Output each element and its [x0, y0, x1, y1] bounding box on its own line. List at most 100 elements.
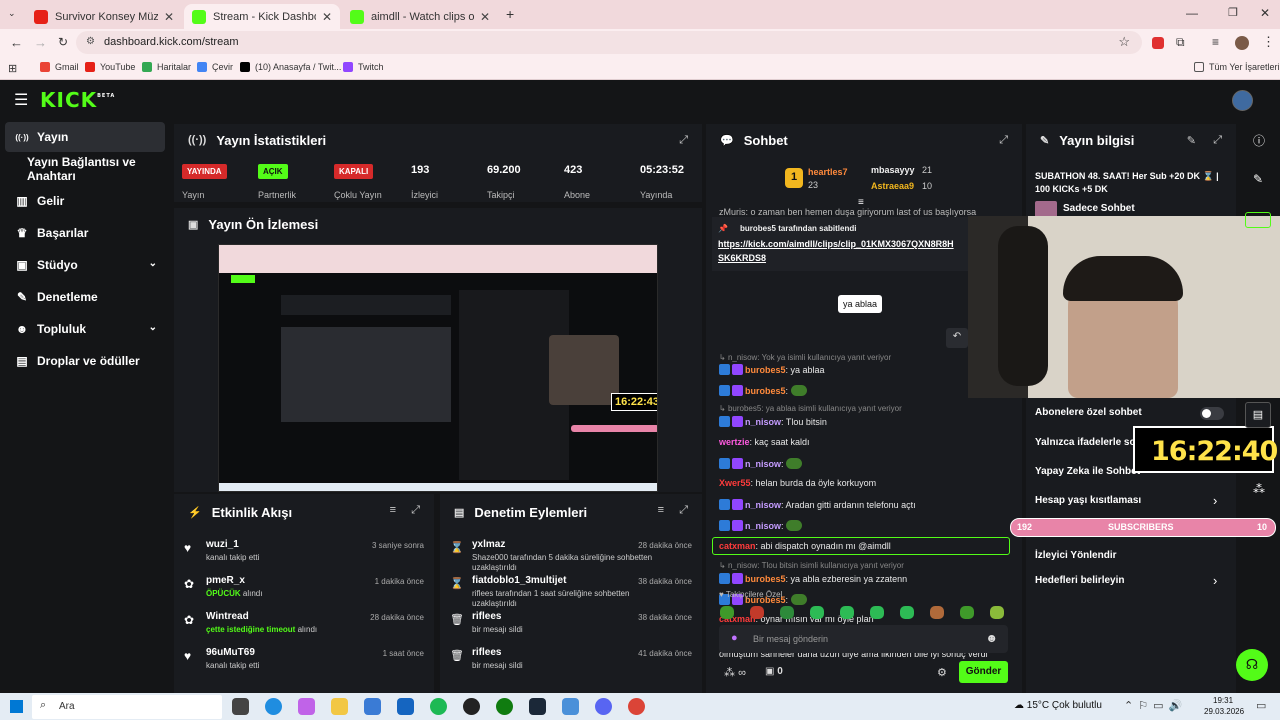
moderation-user[interactable]: riflees	[472, 647, 501, 658]
edge-icon[interactable]	[265, 698, 282, 715]
notifications-icon[interactable]: ▭	[1256, 699, 1266, 712]
top-gifter-name[interactable]: mbasayyy	[871, 165, 915, 175]
close-tab-icon[interactable]: ✕	[164, 10, 174, 24]
emote-picker-icon[interactable]	[750, 606, 764, 619]
chat-message[interactable]: burobes5: ya abla ezberesin ya zzatenn	[719, 573, 1019, 584]
pinned-link-cont[interactable]: SK6KRDS8	[718, 253, 766, 263]
tray-icons[interactable]: ⌃⚐▭🔊	[1124, 699, 1187, 712]
channel-points[interactable]: ⁂ ∞	[724, 666, 746, 679]
sidebar-item-droplar[interactable]: ▤ Droplar ve ödüller	[5, 346, 165, 376]
bookmark-maps[interactable]: Haritalar	[142, 62, 191, 72]
expand-icon[interactable]: ⤢	[679, 134, 688, 147]
new-tab-plus-icon[interactable]: +	[506, 6, 514, 22]
restore-window-icon[interactable]: ❐	[1228, 6, 1238, 19]
emote-picker-icon[interactable]	[780, 606, 794, 619]
expand-icon[interactable]: ⤢	[411, 504, 420, 517]
top-gifter-name[interactable]: heartles7	[808, 167, 848, 177]
taskbar-search[interactable]: ⌕ Ara	[32, 695, 222, 719]
emote-picker-icon[interactable]	[720, 606, 734, 619]
profile-avatar[interactable]	[1235, 36, 1249, 50]
chat-message[interactable]: wertzie: kaç saat kaldı	[719, 437, 1019, 447]
bookmark-translate[interactable]: Çevir	[197, 62, 233, 72]
emote-picker-icon[interactable]	[810, 606, 824, 619]
activity-row[interactable]: ✿ Wintread çette istediğine timeout alın…	[174, 608, 434, 644]
sidebar-item-stream-key[interactable]: Yayın Bağlantısı ve Anahtarı	[5, 154, 165, 184]
message-username[interactable]: burobes5	[745, 365, 786, 375]
filter-icon[interactable]: ≡	[390, 504, 396, 516]
viewer-redirect-row[interactable]: İzleyici Yönlendir	[1035, 550, 1117, 561]
sidebar-item-yayin[interactable]: ((·)) Yayın	[5, 122, 165, 152]
site-info-icon[interactable]: ⚙	[86, 36, 95, 47]
message-username[interactable]: n_nisow	[745, 521, 781, 531]
emote-picker-icon[interactable]	[840, 606, 854, 619]
hamburger-menu-icon[interactable]: ☰	[14, 90, 28, 110]
activity-row[interactable]: ♥ wuzi_1 kanalı takip etti 3 saniye sonr…	[174, 536, 434, 572]
windows-start-icon[interactable]	[10, 700, 23, 713]
close-tab-icon[interactable]: ✕	[322, 10, 332, 24]
ai-chat-row[interactable]: Yapay Zeka ile Sohbet	[1035, 466, 1140, 477]
emote-picker-icon[interactable]	[930, 606, 944, 619]
forward-arrow-icon[interactable]: →	[34, 35, 47, 50]
task-view-icon[interactable]	[232, 698, 249, 715]
close-window-icon[interactable]: ✕	[1260, 6, 1270, 20]
bookmark-star-icon[interactable]: ☆	[1118, 34, 1130, 50]
message-username[interactable]: n_nisow	[745, 459, 781, 469]
expand-icon[interactable]: ⤢	[999, 134, 1008, 147]
gift-counter[interactable]: ▣ 0	[765, 666, 783, 677]
moderation-user[interactable]: fiatdoblo1_3multijet	[472, 575, 566, 586]
moderation-user[interactable]: riflees	[472, 611, 501, 622]
moderation-row[interactable]: 🗑 riflees bir mesajı sildi 41 dakika önc…	[440, 644, 702, 680]
app-icon[interactable]	[562, 698, 579, 715]
chat-message[interactable]: n_nisow: Aradan gitti ardanın telefonu a…	[719, 499, 1019, 510]
set-goals-row[interactable]: Hedefleri belirleyin	[1035, 575, 1124, 586]
message-username[interactable]: burobes5	[745, 386, 786, 396]
account-age-row[interactable]: Hesap yaşı kısıtlaması	[1035, 495, 1141, 506]
url-field[interactable]: ⚙ dashboard.kick.com/stream ☆	[76, 31, 1142, 54]
message-username[interactable]: n_nisow	[745, 500, 781, 510]
sidebar-item-basarilar[interactable]: ♛ Başarılar	[5, 218, 165, 248]
extension-red-icon[interactable]	[1152, 37, 1164, 49]
all-bookmarks[interactable]: Tüm Yer İşaretleri	[1194, 62, 1280, 72]
chat-settings-icon[interactable]: ⚙	[937, 666, 947, 679]
browser-tab-survivor[interactable]: Survivor Konsey Müziği (Uzun V ✕	[26, 4, 182, 29]
media-controls-icon[interactable]: ≡	[1212, 35, 1219, 49]
extensions-puzzle-icon[interactable]: ⧉	[1176, 35, 1185, 50]
edit-pencil-icon[interactable]: ✎	[1187, 134, 1196, 147]
moderation-row[interactable]: ⌛ yxlmaz Shaze000 tarafından 5 dakika sü…	[440, 536, 702, 572]
bookmark-twitter[interactable]: (10) Anasayfa / Twit...	[240, 62, 341, 72]
message-username[interactable]: catxman	[719, 541, 756, 551]
browser-menu-icon[interactable]: ⋮	[1262, 34, 1275, 50]
chat-message[interactable]: n_nisow:	[719, 458, 1019, 469]
activity-user[interactable]: pmeR_x	[206, 575, 245, 586]
message-username[interactable]: wertzie	[719, 437, 750, 447]
tab-list-chevron-icon[interactable]: ⌄	[8, 8, 16, 19]
minimize-window-icon[interactable]: —	[1186, 6, 1198, 20]
emoji-icon[interactable]: ☻	[985, 631, 998, 645]
filter-icon[interactable]: ≡	[658, 504, 664, 516]
emote-picker-icon[interactable]	[900, 606, 914, 619]
chat-message[interactable]: n_nisow: Tlou bitsin	[719, 416, 1019, 427]
activity-user[interactable]: wuzi_1	[206, 539, 239, 550]
close-tab-icon[interactable]: ✕	[480, 10, 490, 24]
message-username[interactable]: n_nisow	[745, 417, 781, 427]
outlook-icon[interactable]	[397, 698, 414, 715]
emote-picker-icon[interactable]	[990, 606, 1004, 619]
stream-preview-video[interactable]: 16:22:43	[218, 244, 658, 492]
expand-icon[interactable]: ⤢	[679, 504, 688, 517]
clock-date[interactable]: 29.03.2026	[1204, 707, 1244, 716]
send-button[interactable]: Gönder	[959, 661, 1008, 683]
bookmark-twitch[interactable]: Twitch	[343, 62, 384, 72]
message-username[interactable]: burobes5	[745, 574, 786, 584]
activity-row[interactable]: ✿ pmeR_x ÖPÜCÜK alındı 1 dakika önce	[174, 572, 434, 608]
chat-message[interactable]: catxman: abi dispatch oynadın mı @aimdll	[712, 537, 1010, 555]
chrome-icon[interactable]	[628, 698, 645, 715]
moderation-user[interactable]: yxlmaz	[472, 539, 505, 550]
weather-widget[interactable]: ☁ 15°C Çok bulutlu	[1014, 700, 1102, 711]
edit-icon[interactable]: ✎	[1253, 172, 1263, 186]
bookmark-gmail[interactable]: Gmail	[40, 62, 79, 72]
sidebar-item-topluluk[interactable]: ☻ Topluluk ⌄	[5, 314, 165, 344]
message-username[interactable]: Xwer55	[719, 478, 751, 488]
browser-tab-aimdll-clips[interactable]: aimdll - Watch clips on Kick ✕	[342, 4, 498, 29]
rail-add-button[interactable]	[1245, 212, 1271, 228]
copilot-icon[interactable]	[298, 698, 315, 715]
